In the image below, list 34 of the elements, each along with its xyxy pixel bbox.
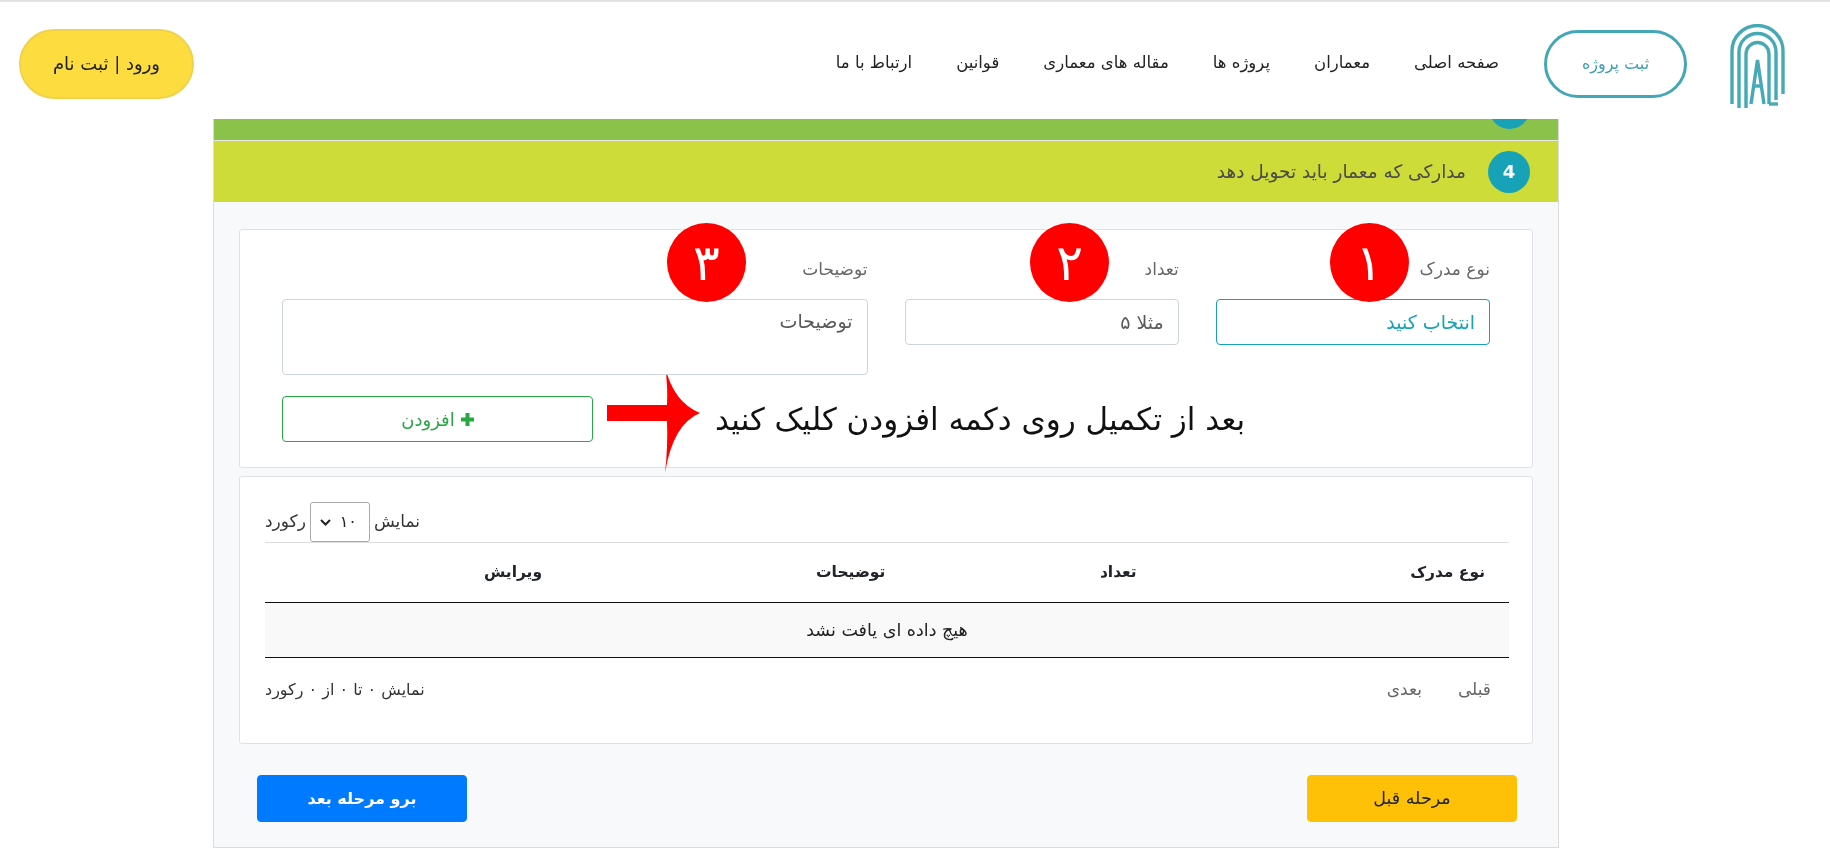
- input-field[interactable]: مثلا ۵: [904, 299, 1179, 345]
- logo-icon[interactable]: [1730, 24, 1785, 108]
- nav-link[interactable]: مقاله های معماری: [1021, 51, 1191, 76]
- nav-link[interactable]: ارتباط با ما: [813, 51, 935, 76]
- previous-step-button[interactable]: مرحله قبل: [1307, 775, 1517, 822]
- plus-icon: [460, 412, 474, 426]
- pagination-link[interactable]: قبلی: [1439, 677, 1509, 703]
- page-size-select[interactable]: ۱۰: [309, 502, 370, 542]
- callout-number: ۲: [1030, 223, 1110, 302]
- step-title: مدارکی که معمار باید تحویل دهد: [1216, 159, 1466, 185]
- column-header[interactable]: توضیحات: [566, 542, 910, 603]
- column-header[interactable]: نوع مدرک: [1160, 542, 1509, 603]
- show-label: نمایش: [373, 510, 421, 534]
- callout-number: ۳: [667, 223, 746, 302]
- step-number: 4: [1488, 150, 1530, 193]
- field-label: توضیحات: [802, 258, 868, 281]
- records-label: رکورد: [265, 510, 306, 534]
- login-button[interactable]: ورود | ثبت نام: [19, 28, 194, 99]
- pagination-link[interactable]: بعدی: [1368, 677, 1440, 703]
- textarea-field[interactable]: توضیحات: [282, 299, 868, 375]
- field-label: نوع مدرک: [1419, 258, 1490, 282]
- nav-link[interactable]: صفحه اصلی: [1392, 51, 1521, 76]
- next-step-button[interactable]: برو مرحله بعد: [257, 775, 467, 822]
- column-header[interactable]: ویرایش: [265, 542, 567, 603]
- instruction-text: بعد از تکمیل روی دکمه افزودن کلیک کنید: [715, 399, 1246, 440]
- chevron-down-icon: [319, 518, 331, 526]
- table-info-text: نمایش ۰ تا ۰ از ۰ رکورد: [265, 679, 425, 702]
- empty-table-message: هیچ داده ای یافت نشد: [265, 602, 1509, 658]
- nav-link[interactable]: قوانین: [934, 51, 1022, 76]
- nav-link[interactable]: پروژه ها: [1190, 51, 1293, 76]
- nav-link[interactable]: معماران: [1292, 51, 1393, 76]
- column-header[interactable]: تعداد: [909, 542, 1161, 603]
- field-label: تعداد: [1144, 258, 1179, 281]
- callout-number: ۱: [1329, 223, 1409, 302]
